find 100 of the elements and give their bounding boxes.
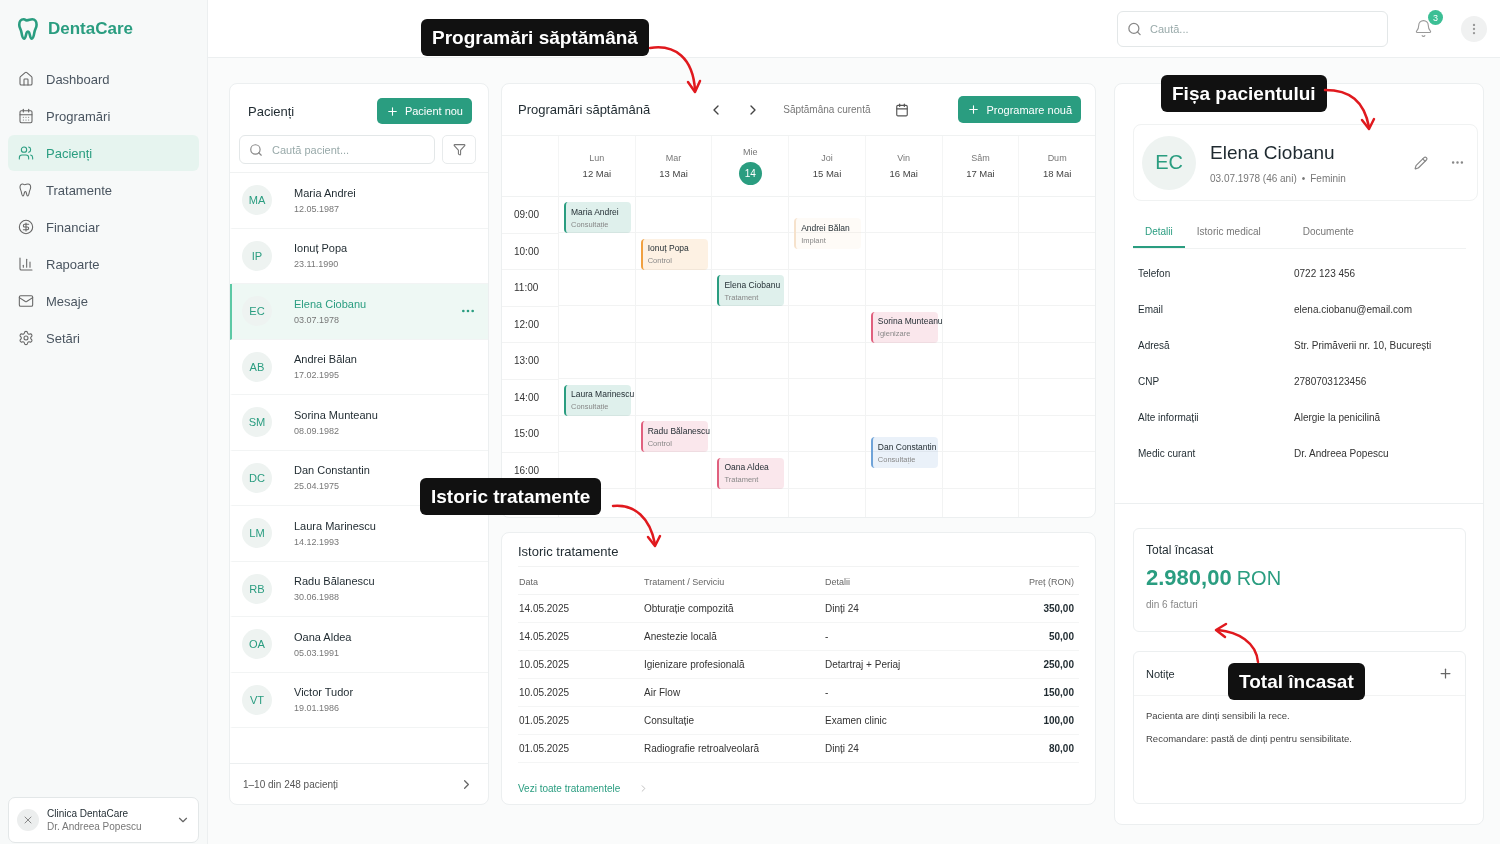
search-field[interactable]: Caută... bbox=[1117, 10, 1388, 47]
calendar-icon bbox=[18, 108, 34, 124]
day-date: 15 Mai bbox=[812, 168, 842, 179]
day-name: Dum bbox=[1047, 153, 1067, 163]
patient-avatar: LM bbox=[242, 518, 272, 549]
day-date: 16 Mai bbox=[889, 168, 918, 179]
patient-name: Oana Aldea bbox=[294, 630, 353, 643]
tooth-icon bbox=[18, 182, 34, 198]
patient-avatar: DC bbox=[242, 462, 272, 493]
callout-tooltip: Programări săptămână bbox=[421, 19, 649, 56]
column-header: Data bbox=[518, 569, 643, 595]
table-cell: 14.05.2025 bbox=[518, 623, 643, 651]
patient-row[interactable]: VT Victor Tudor 19.01.1986 bbox=[230, 672, 488, 728]
day-date: 12 Mai bbox=[582, 168, 612, 179]
users-icon bbox=[18, 145, 34, 161]
table-cell: Dinți 24 bbox=[824, 595, 979, 623]
table-cell: Consultație bbox=[643, 707, 824, 735]
note-text: Recomandare: pastă de dinți pentru sensibilitate. bbox=[1146, 732, 1353, 746]
table-cell: 01.05.2025 bbox=[518, 707, 643, 735]
total-amount: 2.980,00 bbox=[1146, 565, 1232, 591]
patient-search-field[interactable]: Caută pacient... bbox=[239, 135, 435, 164]
patient-row[interactable]: EC Elena Ciobanu 03.07.1978 bbox=[230, 284, 488, 340]
time-label: 10:00 bbox=[514, 245, 540, 257]
table-cell: Air Flow bbox=[643, 679, 824, 707]
patient-birthdate: 25.04.1975 bbox=[294, 481, 341, 492]
table-cell: Detartraj + Periaj bbox=[824, 651, 979, 679]
filter-button[interactable] bbox=[442, 135, 476, 164]
table-cell: 14.05.2025 bbox=[518, 595, 643, 623]
calendar-icon[interactable] bbox=[894, 102, 909, 117]
patient-name: Sorina Munteanu bbox=[294, 408, 379, 421]
home-icon bbox=[18, 71, 34, 87]
patient-row[interactable]: RB Radu Bălanescu 30.06.1988 bbox=[230, 561, 488, 617]
patient-birthdate: 03.07.1978 bbox=[294, 314, 341, 325]
nav-item[interactable]: Mesaje bbox=[8, 283, 199, 319]
patient-birthdate: 14.12.1993 bbox=[294, 536, 341, 547]
nav-item[interactable]: Dashboard bbox=[8, 61, 199, 97]
edit-icon[interactable] bbox=[1414, 155, 1428, 170]
patient-row[interactable]: SM Sorina Munteanu 08.09.1982 bbox=[230, 395, 488, 451]
day-name: Lun bbox=[589, 153, 605, 163]
view-all-link[interactable]: Vezi toate tratamentele bbox=[518, 783, 650, 794]
notifications-button[interactable] bbox=[1414, 19, 1433, 38]
add-icon[interactable] bbox=[1438, 666, 1453, 681]
mail-icon bbox=[18, 293, 34, 309]
nav-item[interactable]: Setări bbox=[8, 320, 199, 356]
week-label: Săptămâna curentă bbox=[783, 104, 871, 115]
callout-arrow bbox=[611, 504, 662, 548]
callout-tooltip: Total încasat bbox=[1228, 663, 1365, 700]
table-cell: 100,00 bbox=[979, 707, 1079, 735]
tab[interactable]: Detalii bbox=[1133, 217, 1185, 248]
time-label: 13:00 bbox=[514, 355, 540, 367]
callout-tooltip: Istoric tratamente bbox=[420, 478, 602, 515]
separator-dot: • bbox=[1301, 172, 1306, 184]
table-cell: 10.05.2025 bbox=[518, 679, 643, 707]
time-label: 15:00 bbox=[514, 428, 540, 440]
patient-birthdate: 03.07.1978 (46 ani) bbox=[1210, 172, 1297, 184]
patient-birthdate: 12.05.1987 bbox=[294, 203, 341, 214]
table-cell: Anestezie locală bbox=[643, 623, 824, 651]
patient-row[interactable]: AB Andrei Bălan 17.02.1995 bbox=[230, 339, 488, 395]
patient-row[interactable]: MA Maria Andrei 12.05.1987 bbox=[230, 173, 488, 229]
tab[interactable]: Istoric medical bbox=[1184, 217, 1273, 248]
note-text: Pacienta are dinți sensibili la rece. bbox=[1146, 709, 1291, 723]
patient-avatar: EC bbox=[1142, 135, 1196, 190]
table-cell: 250,00 bbox=[979, 651, 1079, 679]
table-cell: 01.05.2025 bbox=[518, 735, 643, 763]
time-label: 14:00 bbox=[514, 391, 540, 403]
clinic-name: Clinica DentaCare bbox=[47, 808, 130, 819]
patient-birthdate: 30.06.1988 bbox=[294, 592, 341, 603]
table-cell: 80,00 bbox=[979, 735, 1079, 763]
table-cell: 350,00 bbox=[979, 595, 1079, 623]
plus-icon bbox=[385, 104, 399, 118]
nav-item[interactable]: Financiar bbox=[8, 209, 199, 245]
pagination-text: 1–10 din 248 pacienți bbox=[243, 778, 339, 790]
day-date: 17 Mai bbox=[966, 168, 995, 179]
detail-value: elena.ciobanu@email.com bbox=[1294, 302, 1413, 317]
detail-label: CNP bbox=[1138, 374, 1161, 389]
patient-row[interactable]: OA Oana Aldea 05.03.1991 bbox=[230, 617, 488, 673]
nav-item[interactable]: Programări bbox=[8, 98, 199, 134]
nav-item[interactable]: Tratamente bbox=[8, 172, 199, 208]
detail-value: Alergie la penicilină bbox=[1294, 410, 1382, 425]
day-date: 18 Mai bbox=[1042, 168, 1072, 179]
app-logo: DentaCare bbox=[48, 19, 134, 39]
day-name: Mie bbox=[743, 147, 758, 157]
day-date: 13 Mai bbox=[659, 168, 688, 179]
appointment-patient: Dan Constantin bbox=[877, 441, 938, 452]
appointment-patient: Ionuț Popa bbox=[647, 243, 690, 253]
detail-label: Adresă bbox=[1138, 338, 1171, 353]
detail-label: Telefon bbox=[1138, 266, 1172, 281]
tab[interactable]: Documente bbox=[1290, 217, 1366, 248]
detail-value: 2780703123456 bbox=[1294, 374, 1368, 389]
nav-item[interactable]: Rapoarte bbox=[8, 246, 199, 282]
patient-avatar: OA bbox=[242, 629, 272, 660]
table-cell: 150,00 bbox=[979, 679, 1079, 707]
callout-arrow bbox=[648, 46, 702, 94]
patient-avatar: IP bbox=[242, 240, 272, 271]
table-cell: Dinți 24 bbox=[824, 735, 979, 763]
settings-icon bbox=[18, 330, 34, 346]
patient-name: Andrei Bălan bbox=[294, 353, 358, 366]
invoice-count: din 6 facturi bbox=[1146, 599, 1199, 610]
clinic-switcher[interactable]: Clinica DentaCare Dr. Andreea Popescu bbox=[8, 797, 199, 843]
column-header: Preț (RON) bbox=[979, 569, 1079, 595]
